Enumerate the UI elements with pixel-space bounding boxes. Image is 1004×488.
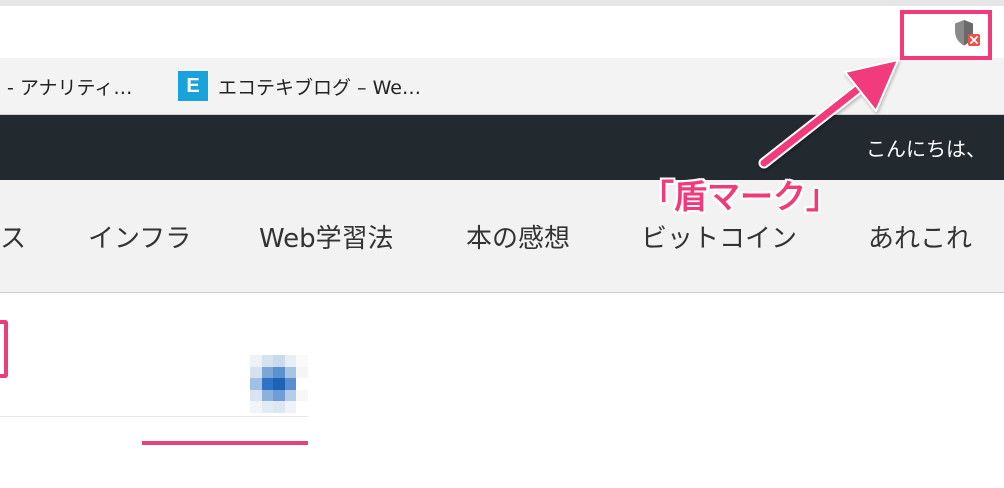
bookmark-ecoteki-blog[interactable]: E エコテキブログ – We… [178, 58, 421, 114]
favicon-icon: E [178, 71, 208, 101]
content-divider [0, 416, 308, 417]
address-bar[interactable] [0, 6, 1004, 59]
nav-item-partial[interactable]: ス [0, 180, 26, 292]
active-underline [142, 441, 308, 445]
nav-item-infra[interactable]: インフラ [88, 180, 191, 292]
greeting-text: こんにちは、 [866, 137, 986, 161]
pink-frame-fragment [0, 320, 8, 378]
bookmark-label: エコテキブログ – We… [218, 76, 421, 99]
bookmarks-bar: - アナリティ… E エコテキブログ – We… [0, 58, 1004, 115]
bookmark-analytics[interactable]: - アナリティ… [7, 58, 132, 114]
shield-x-icon[interactable] [952, 18, 982, 48]
blurred-image [250, 355, 308, 413]
bookmark-label: - アナリティ… [7, 76, 133, 99]
site-navigation: ス インフラ Web学習法 本の感想 ビットコイン あれこれ [0, 180, 1004, 293]
nav-item-web-learning[interactable]: Web学習法 [259, 180, 394, 292]
nav-item-book-review[interactable]: 本の感想 [466, 180, 570, 292]
annotation-label: 「盾マーク」 [641, 177, 839, 216]
nav-item-misc[interactable]: あれこれ [868, 180, 972, 292]
site-top-bar: こんにちは、 [0, 115, 1004, 180]
